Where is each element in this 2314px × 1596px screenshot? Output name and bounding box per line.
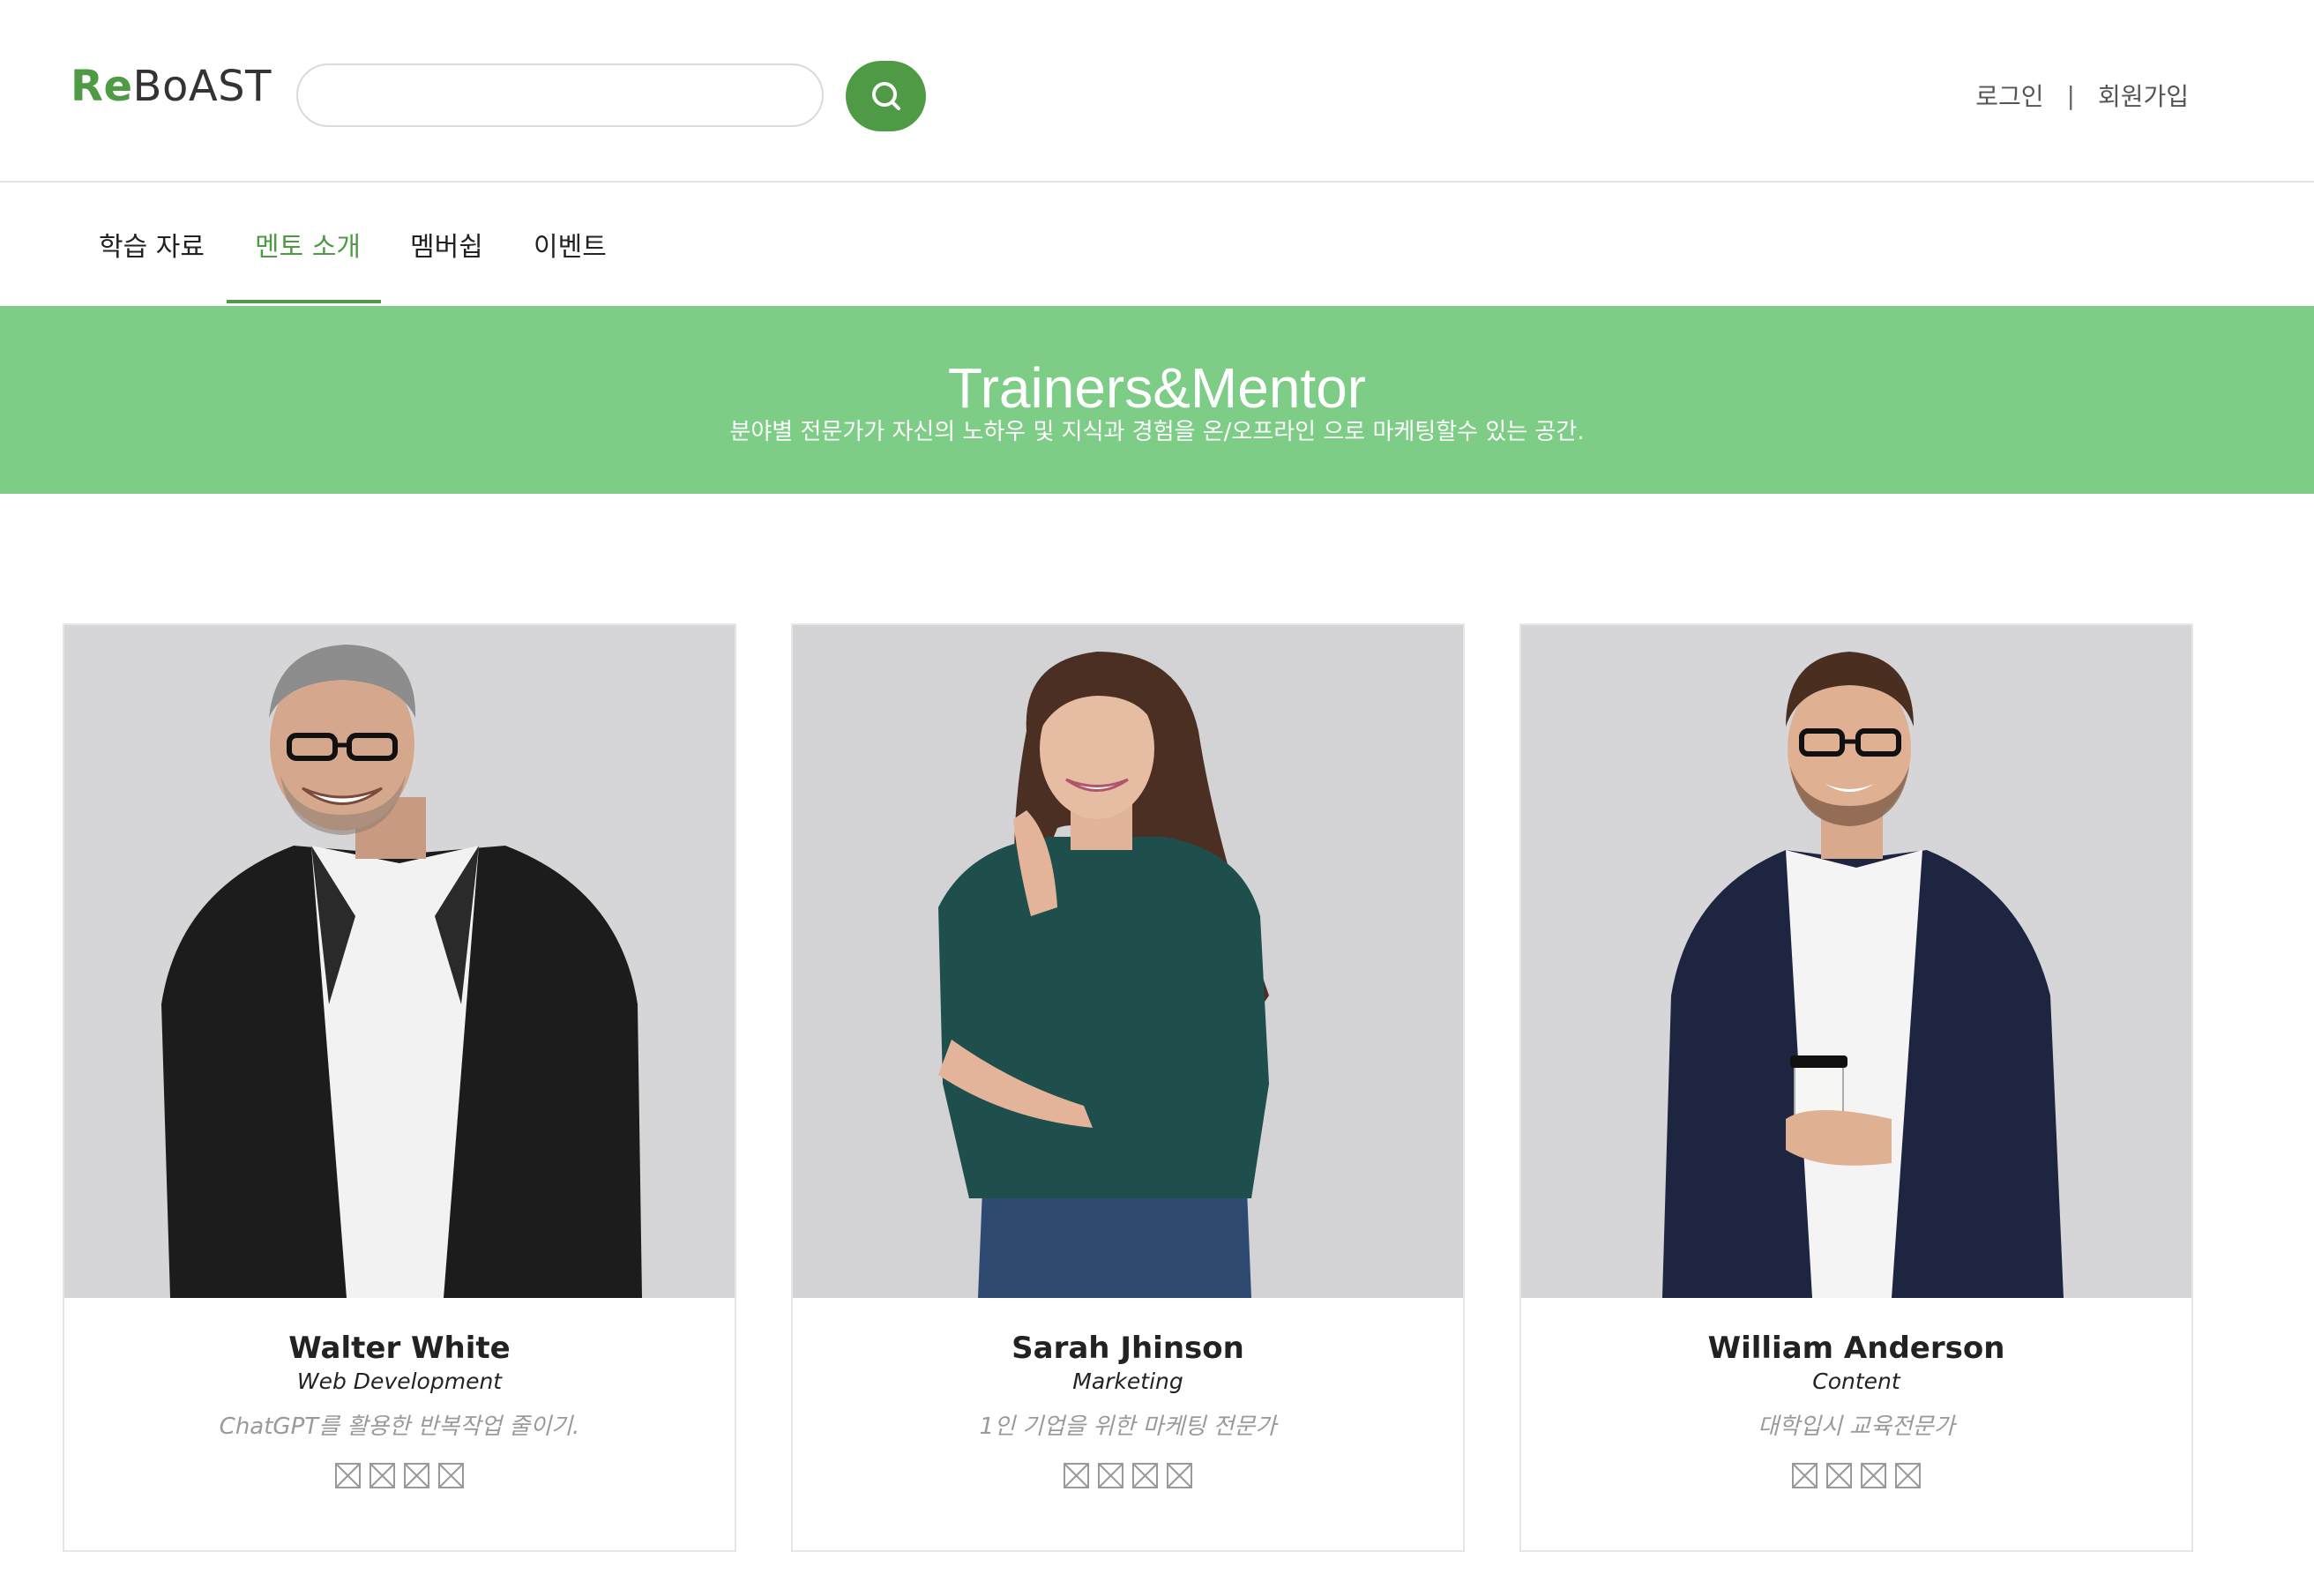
broken-image-icon[interactable] bbox=[438, 1463, 464, 1488]
banner-title: Trainers&Mentor bbox=[947, 356, 1367, 420]
nav-item-events[interactable]: 이벤트 bbox=[534, 225, 607, 264]
broken-image-icon[interactable] bbox=[369, 1463, 395, 1488]
broken-image-icon[interactable] bbox=[1132, 1463, 1158, 1488]
search-icon bbox=[871, 82, 900, 110]
social-links bbox=[64, 1463, 735, 1488]
mentor-card[interactable]: Walter White Web Development ChatGPT를 활용… bbox=[63, 623, 736, 1552]
broken-image-icon[interactable] bbox=[404, 1463, 429, 1488]
mentor-name: William Anderson bbox=[1707, 1331, 2005, 1366]
mentor-name: Walter White bbox=[288, 1331, 511, 1366]
mentor-description: ChatGPT를 활용한 반복작업 줄이기. bbox=[219, 1413, 580, 1440]
social-links bbox=[1521, 1463, 2191, 1488]
nav-item-learning-materials[interactable]: 학습 자료 bbox=[99, 225, 205, 264]
broken-image-icon[interactable] bbox=[335, 1463, 361, 1488]
nav-item-mentor-intro[interactable]: 멘토 소개 bbox=[255, 225, 361, 264]
mentor-photo bbox=[793, 625, 1463, 1298]
active-tab-indicator bbox=[227, 300, 381, 303]
search-input[interactable] bbox=[323, 65, 802, 127]
mentor-name: Sarah Jhinson bbox=[1011, 1331, 1244, 1366]
broken-image-icon[interactable] bbox=[1826, 1463, 1852, 1488]
search-box bbox=[296, 63, 824, 127]
broken-image-icon[interactable] bbox=[1895, 1463, 1921, 1488]
auth-separator: | bbox=[2066, 80, 2075, 110]
broken-image-icon[interactable] bbox=[1064, 1463, 1089, 1488]
page-banner: Trainers&Mentor 분야별 전문가가 자신의 노하우 및 지식과 경… bbox=[0, 306, 2314, 494]
broken-image-icon[interactable] bbox=[1792, 1463, 1818, 1488]
mentor-role: Marketing bbox=[1072, 1369, 1183, 1394]
main-nav: 학습 자료 멘토 소개 멤버쉽 이벤트 bbox=[0, 183, 2314, 306]
site-header: ReBoAST 로그인 | 회원가입 bbox=[0, 0, 2314, 183]
broken-image-icon[interactable] bbox=[1167, 1463, 1192, 1488]
logo[interactable]: ReBoAST bbox=[71, 62, 272, 111]
mentor-role: Web Development bbox=[296, 1369, 503, 1394]
mentor-photo bbox=[64, 625, 735, 1298]
auth-links: 로그인 | 회원가입 bbox=[1975, 78, 2189, 113]
mentor-description: 1인 기업을 위한 마케팅 전문가 bbox=[979, 1413, 1277, 1440]
signup-link[interactable]: 회원가입 bbox=[2098, 78, 2189, 113]
broken-image-icon[interactable] bbox=[1861, 1463, 1886, 1488]
mentor-role: Content bbox=[1812, 1369, 1900, 1394]
logo-rest: BoAST bbox=[132, 62, 272, 111]
mentor-card[interactable]: Sarah Jhinson Marketing 1인 기업을 위한 마케팅 전문… bbox=[791, 623, 1465, 1552]
social-links bbox=[793, 1463, 1463, 1488]
mentor-photo bbox=[1521, 625, 2191, 1298]
login-link[interactable]: 로그인 bbox=[1975, 78, 2043, 113]
logo-re: Re bbox=[71, 62, 133, 111]
mentor-description: 대학입시 교육전문가 bbox=[1758, 1413, 1955, 1440]
nav-item-membership[interactable]: 멤버쉽 bbox=[410, 225, 483, 264]
broken-image-icon[interactable] bbox=[1098, 1463, 1123, 1488]
banner-subtitle: 분야별 전문가가 자신의 노하우 및 지식과 경험을 온/오프라인 으로 마케팅… bbox=[729, 419, 1585, 445]
mentor-card[interactable]: William Anderson Content 대학입시 교육전문가 bbox=[1519, 623, 2193, 1552]
search-button[interactable] bbox=[846, 61, 926, 131]
